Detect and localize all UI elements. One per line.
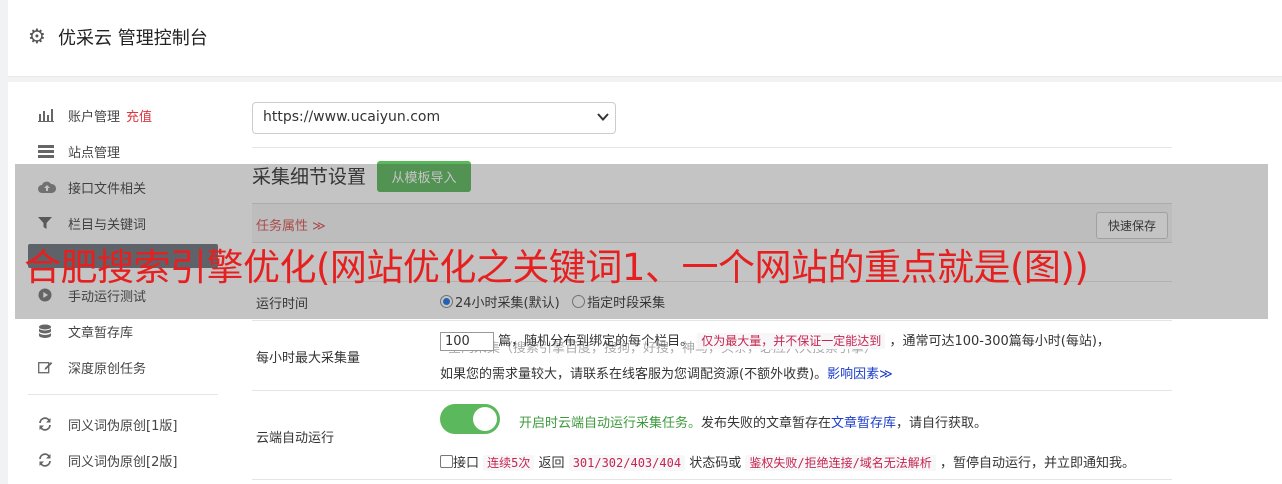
- site-select[interactable]: https://www.ucaiyun.com: [252, 102, 616, 134]
- max-per-hour-line1: 100 篇，随机分布到绑定的每个栏目。 仅为最大量，并不保证一定能达到 ，通常可…: [440, 330, 1110, 351]
- database-icon: [38, 324, 56, 338]
- max-per-hour-label: 每小时最大采集量: [256, 351, 361, 366]
- chevron-down-icon: [597, 111, 609, 125]
- sidebar-item-label: 同义词伪原创[2版]: [68, 454, 178, 470]
- edit-icon: [38, 360, 56, 374]
- overlay-band: [15, 164, 1268, 319]
- sidebar-item-label: 站点管理: [68, 145, 121, 161]
- refresh-icon: [38, 453, 56, 467]
- cloud-run-text: 发布失败的文章暂存在: [701, 416, 832, 431]
- sidebar-item-synonym-v1[interactable]: 同义词伪原创[1版]: [38, 413, 177, 435]
- bar-chart-icon: [38, 108, 56, 122]
- notify-text: 返回: [538, 456, 565, 471]
- sidebar-item-label: 同义词伪原创[1版]: [68, 418, 178, 434]
- sidebar-divider: [28, 394, 218, 395]
- recharge-link[interactable]: 充值: [126, 106, 152, 125]
- cloud-run-toggle[interactable]: [440, 404, 500, 434]
- notify-code: 连续5次: [483, 455, 535, 471]
- cloud-run-label: 云端自动运行: [256, 431, 335, 446]
- row-divider: [252, 390, 1172, 391]
- notify-code: 301/302/403/404: [568, 455, 686, 471]
- sidebar-item-label: 深度原创任务: [68, 361, 147, 377]
- server-icon: [38, 144, 56, 158]
- cloud-run-text: ，请自行获取。: [896, 416, 988, 431]
- sidebar-item-synonym-v2[interactable]: 同义词伪原创[2版]: [38, 449, 177, 471]
- max-per-hour-line2: 如果您的需求量较大，请联系在线客服为您调配资源(不额外收费)。影响因素≫: [440, 363, 893, 382]
- sidebar-item-deep-original[interactable]: 深度原创任务: [38, 356, 146, 378]
- refresh-icon: [38, 417, 56, 431]
- max-per-hour-input[interactable]: 100: [440, 332, 494, 351]
- gear-icon: ⚙: [28, 24, 46, 48]
- notify-code: 鉴权失败/拒绝连接/域名无法解析: [745, 455, 936, 471]
- sidebar-item-article-storage[interactable]: 文章暂存库: [38, 320, 133, 342]
- site-select-value: https://www.ucaiyun.com: [263, 109, 441, 125]
- page-title: 优采云 管理控制台: [58, 28, 208, 49]
- max-per-hour-text: 如果您的需求量较大，请联系在线客服为您调配资源(不额外收费)。: [440, 367, 828, 382]
- max-note-badge: 仅为最大量，并不保证一定能达到: [697, 333, 886, 349]
- divider: [252, 147, 1172, 148]
- notify-text: ，暂停自动运行，并立即通知我。: [939, 456, 1135, 471]
- max-per-hour-text: ，通常可达100-300篇每小时(每站)，: [889, 334, 1110, 349]
- row-divider: [252, 479, 1172, 480]
- cloud-run-notify: 接口 连续5次 返回 301/302/403/404 状态码或 鉴权失败/拒绝连…: [440, 452, 1135, 471]
- sidebar-item-sites[interactable]: 站点管理: [38, 140, 120, 162]
- row-divider: [252, 320, 1172, 321]
- cloud-run-enabled-text: 开启时云端自动运行采集任务。: [519, 416, 702, 431]
- influence-factors-link[interactable]: 影响因素≫: [827, 367, 893, 382]
- console-header: ⚙ 优采云 管理控制台: [8, 0, 1282, 77]
- sidebar-item-label: 账户管理: [68, 109, 121, 125]
- article-storage-link[interactable]: 文章暂存库: [831, 416, 896, 431]
- notify-text: 接口: [453, 456, 480, 471]
- cloud-run-desc: 开启时云端自动运行采集任务。发布失败的文章暂存在文章暂存库，请自行获取。: [519, 412, 987, 431]
- notify-text: 状态码或: [689, 456, 742, 471]
- max-per-hour-text: 篇，随机分布到绑定的每个栏目。: [498, 334, 694, 349]
- sidebar-item-account[interactable]: 账户管理 充值: [38, 104, 152, 126]
- sidebar-item-label: 文章暂存库: [68, 325, 134, 341]
- notify-checkbox[interactable]: [440, 455, 453, 468]
- headline-banner: 合肥搜索引擎优化(网站优化之关键词1、一个网站的重点就是(图)): [24, 246, 1089, 289]
